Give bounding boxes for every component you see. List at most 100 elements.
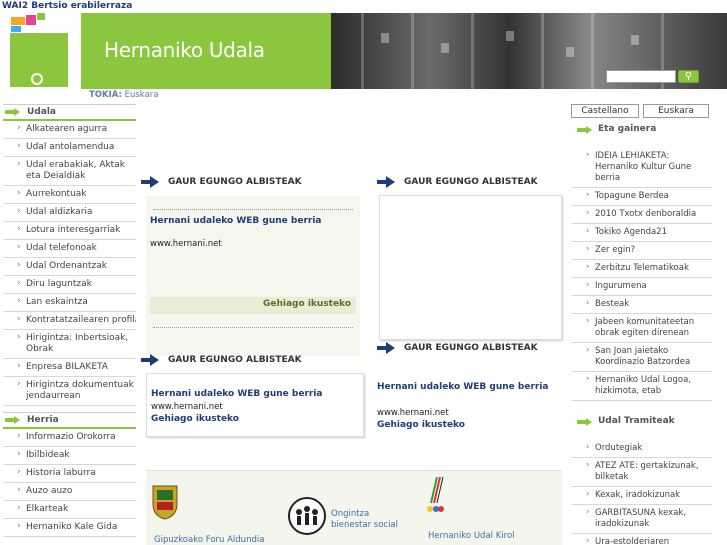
language-euskara[interactable]: Euskara xyxy=(643,104,709,118)
news-heading: GAUR EGUNGO ALBISTEAK xyxy=(377,342,538,354)
arrow-right-icon xyxy=(377,342,396,354)
accessible-version-link[interactable]: WAI2 Bertsio erabilerraza xyxy=(0,0,132,12)
partner-caption-ongintza[interactable]: Ongintza bienestar social xyxy=(331,509,406,531)
sidebar-item-elkarteak[interactable]: Elkarteak xyxy=(3,501,136,519)
search-icon: ⚲ xyxy=(684,71,693,82)
section-header-eta-gainera: Eta gainera xyxy=(571,121,712,138)
logo-square-orange xyxy=(11,17,25,25)
shield-icon[interactable] xyxy=(151,484,179,520)
logo-square-blue xyxy=(11,26,21,32)
divider xyxy=(153,209,353,210)
right-item-san-joan-jaietako[interactable]: San Joan jaietako Koordinazio Batzordea xyxy=(571,343,712,372)
sidebar-item-udal-telefonoak[interactable]: Udal telefonoak xyxy=(3,240,136,258)
news-url[interactable]: www.hernani.net xyxy=(151,402,223,412)
logo-square-green xyxy=(37,13,45,20)
people-circle-icon[interactable] xyxy=(287,496,327,536)
sidebar-item-auzo-auzo[interactable]: Auzo auzo xyxy=(3,483,136,501)
divider xyxy=(153,327,353,328)
arrow-icon xyxy=(5,416,20,424)
udal-tramiteak-menu: Ordutegiak ATEZ ATE: gertakizunak, bilke… xyxy=(571,440,712,545)
right-item-ingurumena[interactable]: Ingurumena xyxy=(571,278,712,296)
sidebar-item-udal-aldizkaria[interactable]: Udal aldizkaria xyxy=(3,204,136,222)
sidebar-item-kale-gida[interactable]: Hernaniko Kale Gida xyxy=(3,519,136,537)
site-logo[interactable] xyxy=(0,13,81,89)
section-title: Udal Tramiteak xyxy=(598,416,675,426)
herria-menu: Informazio Orokorra Ibilbideak Historia … xyxy=(3,429,136,537)
news-title[interactable]: Hernani udaleko WEB gune berria xyxy=(377,382,549,392)
more-link[interactable]: Gehiago ikusteko xyxy=(151,414,239,424)
right-item-besteak[interactable]: Besteak xyxy=(571,296,712,314)
right-item-txotx-denboraldia[interactable]: 2010 Txotx denboraldia xyxy=(571,206,712,224)
sidebar-item-lan-eskaintza[interactable]: Lan eskaintza xyxy=(3,294,136,312)
right-item-atez-ate[interactable]: ATEZ ATE: gertakizunak, bilketak xyxy=(571,458,712,487)
right-item-ordutegiak[interactable]: Ordutegiak xyxy=(571,440,712,458)
sidebar-item-informazio-orokorra[interactable]: Informazio Orokorra xyxy=(3,429,136,447)
more-link[interactable]: Gehiago ikusteko xyxy=(377,420,465,430)
left-sidebar: Udala Alkatearen agurra Udal antolamendu… xyxy=(3,104,136,537)
right-item-jabeen-komunitateetan[interactable]: Jabeen komunitateetan obrak egiten diren… xyxy=(571,314,712,343)
language-castellano[interactable]: Castellano xyxy=(571,104,639,118)
logo-circle xyxy=(31,73,43,85)
news-heading: GAUR EGUNGO ALBISTEAK xyxy=(141,176,302,188)
sidebar-item-aurrekontuak[interactable]: Aurrekontuak xyxy=(3,186,136,204)
section-title: Herria xyxy=(27,414,59,425)
right-item-tokiko-agenda21[interactable]: Tokiko Agenda21 xyxy=(571,224,712,242)
news-heading: GAUR EGUNGO ALBISTEAK xyxy=(377,176,538,188)
eta-gainera-menu: IDEIA LEHIAKETA: Hernaniko Kultur Gune b… xyxy=(571,148,712,401)
right-item-ideia-lehiaketa[interactable]: IDEIA LEHIAKETA: Hernaniko Kultur Gune b… xyxy=(571,148,712,188)
news-heading-text: GAUR EGUNGO ALBISTEAK xyxy=(404,177,538,187)
sidebar-item-alkatearen-agurra[interactable]: Alkatearen agurra xyxy=(3,121,136,139)
arrow-right-icon xyxy=(141,176,160,188)
arrow-icon xyxy=(577,125,592,134)
arrow-right-icon xyxy=(141,354,160,366)
right-item-kexak[interactable]: Kexak, iradokizunak xyxy=(571,487,712,505)
sidebar-item-udal-erabakiak[interactable]: Udal erabakiak, Aktak eta Deialdiak xyxy=(3,157,136,186)
logo-square-pink xyxy=(26,15,36,25)
sport-icon[interactable] xyxy=(425,475,445,520)
more-link[interactable]: Gehiago ikusteko xyxy=(263,299,351,309)
section-header-herria: Herria xyxy=(3,412,136,429)
section-title: Eta gainera xyxy=(598,124,657,134)
right-item-udal-logoa[interactable]: Hernaniko Udal Logoa, hizkimota, etab xyxy=(571,372,712,401)
news-panel-2 xyxy=(379,195,562,340)
sidebar-item-hirigintza-dokumentuak[interactable]: Hirigintza dokumentuak jendaurrean xyxy=(3,377,136,406)
right-item-zer-egin[interactable]: Zer egin? xyxy=(571,242,712,260)
right-item-garbitasuna[interactable]: GARBITASUNA kexak, iradokizunak xyxy=(571,505,712,534)
section-header-udal-tramiteak: Udal Tramiteak xyxy=(571,413,712,430)
partner-caption-gipuzkoa[interactable]: Gipuzkoako Foru Aldundia xyxy=(154,535,264,545)
sidebar-item-hirigintza-inbertsioak[interactable]: Hirigintza: Inbertsioak, Obrak xyxy=(3,330,136,359)
location-value[interactable]: Euskara xyxy=(125,90,159,100)
sidebar-item-historia-laburra[interactable]: Historia laburra xyxy=(3,465,136,483)
sidebar-item-lotura-interesgarriak[interactable]: Lotura interesgarriak xyxy=(3,222,136,240)
sidebar-item-udal-antolamendua[interactable]: Udal antolamendua xyxy=(3,139,136,157)
sidebar-item-kontratatzailearen-profila[interactable]: Kontratatzailearen profila xyxy=(3,312,136,330)
title-band: Hernaniko Udala xyxy=(81,13,331,89)
sidebar-item-ibilbideak[interactable]: Ibilbideak xyxy=(3,447,136,465)
site-title: Hernaniko Udala xyxy=(104,38,265,62)
news-title[interactable]: Hernani udaleko WEB gune berria xyxy=(151,389,323,399)
search-button[interactable]: ⚲ xyxy=(678,70,699,83)
right-item-zerbitzu-telematikoak[interactable]: Zerbitzu Telematikoak xyxy=(571,260,712,278)
sidebar-item-enpresa-bilaketa[interactable]: Enpresa BILAKETA xyxy=(3,359,136,377)
right-sidebar: Eta gainera IDEIA LEHIAKETA: Hernaniko K… xyxy=(571,121,712,545)
section-title: Udala xyxy=(27,106,56,117)
news-url[interactable]: www.hernani.net xyxy=(150,239,222,249)
udala-menu: Alkatearen agurra Udal antolamendua Udal… xyxy=(3,121,136,406)
arrow-icon xyxy=(5,108,20,116)
news-title[interactable]: Hernani udaleko WEB gune berria xyxy=(150,216,322,226)
news-url[interactable]: www.hernani.net xyxy=(377,408,449,418)
news-heading-text: GAUR EGUNGO ALBISTEAK xyxy=(168,177,302,187)
search-input[interactable] xyxy=(606,70,676,83)
news-heading-text: GAUR EGUNGO ALBISTEAK xyxy=(168,355,302,365)
right-item-ura-estolderiaren[interactable]: Ura-estolderiaren erreziboa kontsulta xyxy=(571,534,712,545)
news-heading: GAUR EGUNGO ALBISTEAK xyxy=(141,354,302,366)
partner-caption-kirol[interactable]: Hernaniko Udal Kirol xyxy=(428,531,515,541)
arrow-icon xyxy=(577,417,592,426)
arrow-right-icon xyxy=(377,176,396,188)
sidebar-item-diru-laguntzak[interactable]: Diru laguntzak xyxy=(3,276,136,294)
sidebar-item-udal-ordenantzak[interactable]: Udal Ordenantzak xyxy=(3,258,136,276)
section-header-udala: Udala xyxy=(3,104,136,121)
right-item-topagune-berdea[interactable]: Topagune Berdea xyxy=(571,188,712,206)
location-breadcrumb: TOKIA: Euskara xyxy=(89,90,159,100)
location-label: TOKIA: xyxy=(89,90,122,100)
